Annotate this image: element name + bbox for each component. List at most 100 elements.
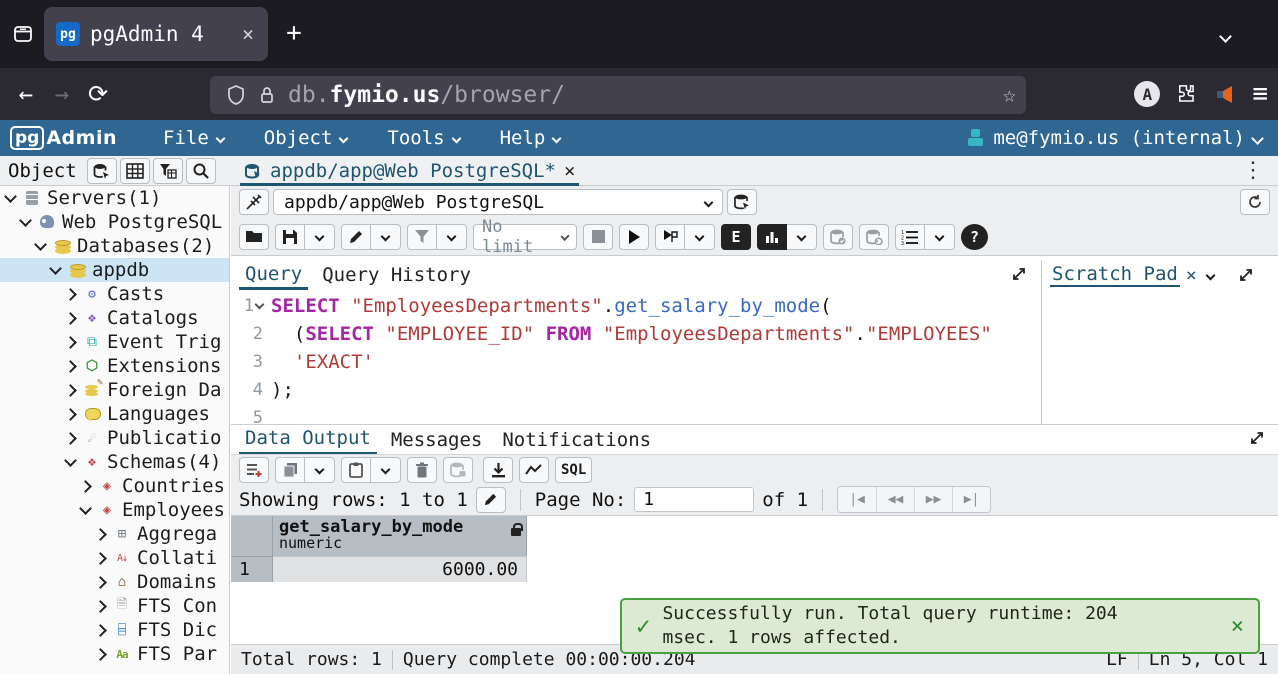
tree-item-publicatio[interactable]: Publicatio: [0, 426, 229, 450]
collapse-chevron-icon[interactable]: [19, 214, 32, 227]
scratch-pad-chevron-icon[interactable]: [1205, 270, 1215, 280]
tree-item-fts-dic[interactable]: FTS Dic: [0, 618, 229, 642]
toast-close-icon[interactable]: ×: [1231, 614, 1244, 639]
tree-item-foreign-da[interactable]: Foreign Da: [0, 378, 229, 402]
tree-item-extensions[interactable]: Extensions: [0, 354, 229, 378]
expand-chevron-icon[interactable]: [79, 480, 92, 493]
sql-line-3[interactable]: 3 'EXACT': [231, 348, 1041, 376]
save-file-icon[interactable]: [275, 224, 305, 250]
execute-options-icon[interactable]: [655, 224, 685, 250]
bookmark-star-icon[interactable]: ☆: [1003, 83, 1016, 108]
expand-chevron-icon[interactable]: [64, 336, 77, 349]
collapse-chevron-icon[interactable]: [79, 502, 92, 515]
grid-column-header[interactable]: get_salary_by_mode numeric: [273, 516, 527, 556]
edit-dropdown-chevron[interactable]: [371, 224, 401, 250]
scratch-pad-close-icon[interactable]: ×: [1186, 265, 1197, 286]
tab-data-output[interactable]: Data Output: [239, 425, 377, 455]
filter-icon[interactable]: [407, 224, 437, 250]
back-button[interactable]: ←: [8, 80, 44, 108]
tree-item-fts-par[interactable]: FTS Par: [0, 642, 229, 666]
collapse-chevron-icon[interactable]: [4, 190, 17, 203]
tree-item-collati[interactable]: Collati: [0, 546, 229, 570]
tree-item-servers-1-[interactable]: Servers(1): [0, 186, 229, 210]
tree-item-appdb[interactable]: appdb: [0, 258, 229, 282]
explain-analyze-icon[interactable]: [757, 224, 787, 250]
help-button[interactable]: ?: [961, 224, 988, 250]
execute-dropdown-chevron[interactable]: [685, 224, 715, 250]
tree-item-databases-2-[interactable]: Databases(2): [0, 234, 229, 258]
tree-item-countries[interactable]: Countries: [0, 474, 229, 498]
grid-data-row[interactable]: 16000.00: [231, 556, 1278, 582]
copy-icon[interactable]: [275, 457, 305, 483]
tab-messages[interactable]: Messages: [385, 425, 489, 455]
sql-line-1[interactable]: 1SELECT "EmployeesDepartments".get_salar…: [231, 292, 1041, 320]
filtered-rows-icon[interactable]: [153, 158, 183, 184]
view-data-table-icon[interactable]: [120, 158, 150, 184]
user-menu[interactable]: me@fymio.us (internal): [967, 127, 1278, 149]
paste-dropdown-chevron[interactable]: [371, 457, 401, 483]
value-cell[interactable]: 6000.00: [273, 556, 527, 582]
search-objects-icon[interactable]: [186, 158, 216, 184]
save-dropdown-chevron[interactable]: [305, 224, 335, 250]
connection-select[interactable]: appdb/app@Web PostgreSQL: [273, 189, 723, 215]
extensions-puzzle-icon[interactable]: [1176, 83, 1198, 105]
scratch-pad-textarea[interactable]: [1042, 290, 1278, 423]
expand-scratch-pad-icon[interactable]: [1238, 267, 1254, 283]
lock-icon[interactable]: [259, 85, 275, 105]
connection-plug-icon[interactable]: [239, 189, 269, 215]
expand-chevron-icon[interactable]: [64, 360, 77, 373]
tree-item-event-trig[interactable]: Event Trig: [0, 330, 229, 354]
sql-line-2[interactable]: 2 (SELECT "EMPLOYEE_ID" FROM "EmployeesD…: [231, 320, 1041, 348]
show-sql-button[interactable]: SQL: [555, 457, 592, 483]
edit-pencil-icon[interactable]: [341, 224, 371, 250]
tab-query-history[interactable]: Query History: [316, 260, 477, 290]
execute-play-icon[interactable]: [619, 224, 649, 250]
expand-chevron-icon[interactable]: [64, 312, 77, 325]
megaphone-extension-icon[interactable]: [1214, 83, 1236, 105]
graph-visualiser-icon[interactable]: [519, 457, 549, 483]
add-row-icon[interactable]: [239, 457, 269, 483]
collapse-chevron-icon[interactable]: [49, 262, 62, 275]
tab-close-icon[interactable]: ×: [240, 22, 256, 46]
expand-chevron-icon[interactable]: [94, 600, 107, 613]
tree-item-catalogs[interactable]: Catalogs: [0, 306, 229, 330]
explain-button[interactable]: E: [721, 224, 751, 250]
edit-range-pencil-icon[interactable]: [476, 487, 506, 513]
tree-item-fts-con[interactable]: FTS Con: [0, 594, 229, 618]
download-results-icon[interactable]: [483, 457, 513, 483]
expand-query-panel-icon[interactable]: [1011, 266, 1027, 282]
browser-tab[interactable]: pg pgAdmin 4 ×: [44, 7, 268, 61]
page-number-input[interactable]: 1: [634, 487, 754, 512]
tab-notifications[interactable]: Notifications: [496, 425, 657, 455]
new-connection-db-icon[interactable]: [727, 189, 757, 215]
collapse-chevron-icon[interactable]: [34, 238, 47, 251]
forward-button[interactable]: →: [44, 80, 80, 108]
expand-chevron-icon[interactable]: [94, 528, 107, 541]
expand-chevron-icon[interactable]: [94, 576, 107, 589]
open-file-icon[interactable]: [239, 224, 269, 250]
collapse-chevron-icon[interactable]: [64, 454, 77, 467]
rollback-icon[interactable]: [859, 224, 889, 250]
scratch-pad-tab[interactable]: Scratch Pad: [1050, 263, 1180, 287]
row-limit-select[interactable]: No limit: [473, 224, 577, 250]
tree-item-aggrega[interactable]: Aggrega: [0, 522, 229, 546]
new-tab-button[interactable]: +: [278, 18, 310, 48]
expand-chevron-icon[interactable]: [94, 552, 107, 565]
menu-file[interactable]: File: [143, 120, 244, 156]
stop-button[interactable]: [583, 224, 613, 250]
menu-help[interactable]: Help: [480, 120, 581, 156]
expand-chevron-icon[interactable]: [64, 408, 77, 421]
tree-item-domains[interactable]: Domains: [0, 570, 229, 594]
tree-item-employees[interactable]: Employees: [0, 498, 229, 522]
account-icon[interactable]: A: [1134, 81, 1160, 107]
expand-chevron-icon[interactable]: [94, 648, 107, 661]
firefox-view-icon[interactable]: [8, 19, 38, 49]
explain-dropdown-chevron[interactable]: [787, 224, 817, 250]
shield-icon[interactable]: [227, 85, 245, 105]
sql-editor[interactable]: 1SELECT "EmployeesDepartments".get_salar…: [231, 292, 1041, 424]
menu-hamburger-icon[interactable]: ≡: [1252, 79, 1268, 109]
url-bar[interactable]: db.fymio.us/browser/ ☆: [210, 76, 1026, 114]
last-page-icon[interactable]: ▶|: [952, 487, 990, 512]
macros-dropdown-chevron[interactable]: [925, 224, 955, 250]
paste-icon[interactable]: [341, 457, 371, 483]
